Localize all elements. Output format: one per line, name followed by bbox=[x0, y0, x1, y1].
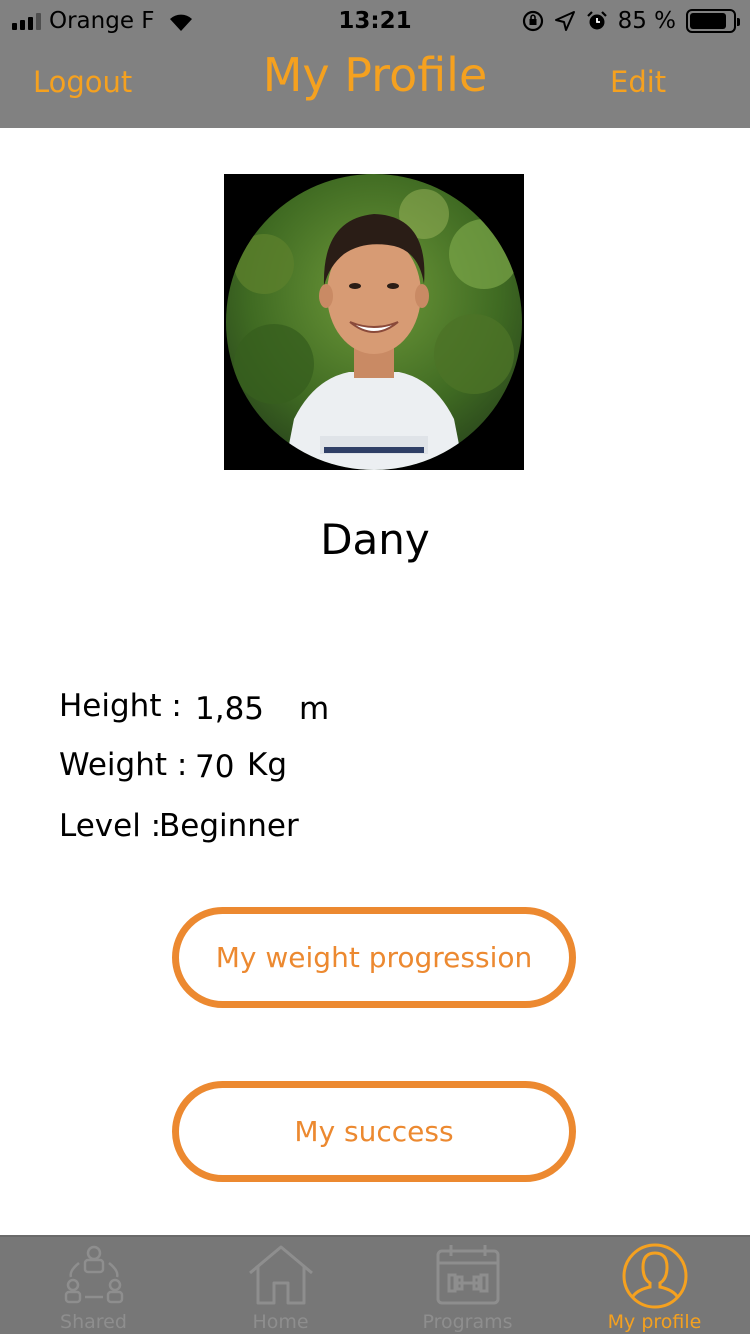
avatar-photo bbox=[224, 174, 524, 470]
height-value: 1,85 bbox=[195, 691, 265, 727]
weight-unit: Kg bbox=[247, 747, 288, 783]
tab-shared-label: Shared bbox=[60, 1311, 127, 1333]
shared-people-icon bbox=[64, 1245, 123, 1304]
weight-progression-button[interactable]: My weight progression bbox=[172, 907, 576, 1008]
orientation-lock-icon bbox=[522, 10, 543, 32]
height-label: Height : bbox=[59, 688, 182, 724]
tab-bar: Shared Home Programs My profile bbox=[0, 1235, 750, 1334]
tab-home-label: Home bbox=[252, 1311, 309, 1333]
profile-avatar[interactable] bbox=[224, 174, 524, 470]
weight-value: 70 bbox=[195, 749, 235, 785]
location-icon bbox=[554, 11, 575, 31]
tab-home[interactable]: Home bbox=[187, 1237, 374, 1334]
success-button[interactable]: My success bbox=[172, 1081, 576, 1182]
level-value: Beginner bbox=[159, 808, 299, 844]
tab-shared[interactable]: Shared bbox=[0, 1237, 187, 1334]
level-row: Level : Beginner bbox=[59, 808, 459, 848]
user-name: Dany bbox=[320, 515, 430, 564]
tab-programs-label: Programs bbox=[422, 1311, 513, 1333]
edit-button[interactable]: Edit bbox=[610, 65, 666, 99]
weight-row: Weight : 70 Kg bbox=[59, 747, 459, 787]
battery-icon bbox=[686, 9, 740, 33]
tab-my-profile-label: My profile bbox=[607, 1311, 702, 1333]
tab-programs[interactable]: Programs bbox=[374, 1237, 561, 1334]
alarm-icon bbox=[586, 11, 607, 30]
status-bar: Orange F 13:21 85 % bbox=[0, 0, 750, 40]
height-row: Height : 1,85 m bbox=[59, 688, 459, 728]
calendar-dumbbell-icon bbox=[436, 1245, 499, 1305]
level-label: Level : bbox=[59, 808, 162, 844]
tab-my-profile[interactable]: My profile bbox=[561, 1237, 748, 1334]
battery-percent: 85 % bbox=[617, 8, 676, 34]
height-unit: m bbox=[299, 691, 330, 727]
weight-label: Weight : bbox=[59, 747, 188, 783]
profile-person-icon bbox=[622, 1243, 687, 1309]
home-icon bbox=[248, 1245, 313, 1305]
header: Orange F 13:21 85 % Logout My Profile Ed… bbox=[0, 0, 750, 128]
